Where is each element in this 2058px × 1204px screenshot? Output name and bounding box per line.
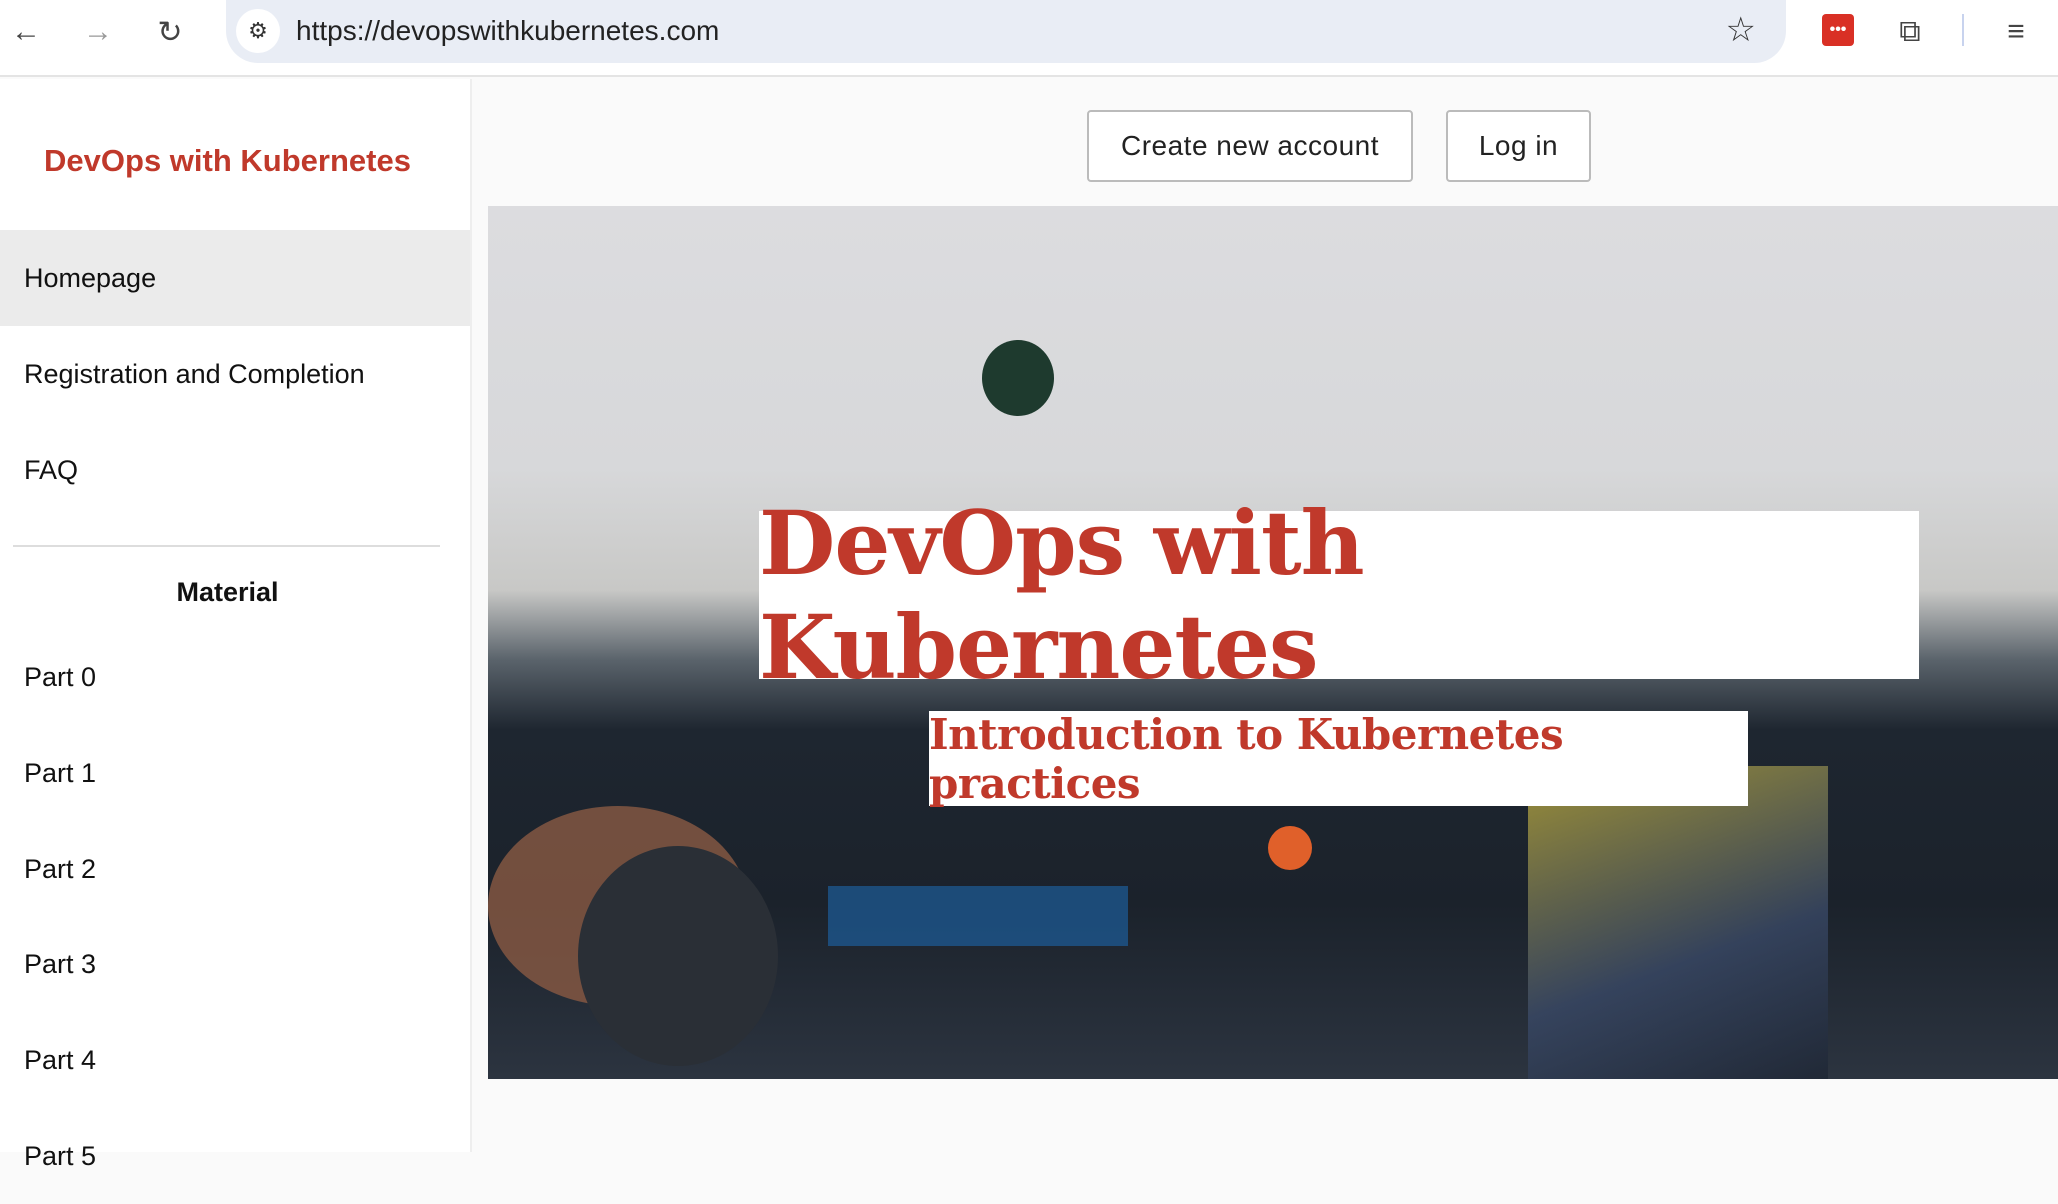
site-settings-icon[interactable]: ⚙ xyxy=(236,9,280,53)
sidebar-item-faq[interactable]: FAQ xyxy=(0,422,470,518)
sidebar-brand[interactable]: DevOps with Kubernetes xyxy=(0,143,455,179)
back-icon[interactable]: ← xyxy=(8,14,44,50)
browser-toolbar: ← → ↻ ⚙ https://devopswithkubernetes.com… xyxy=(0,0,2058,77)
hero-subtitle: Introduction to Kubernetes practices xyxy=(929,709,1564,808)
sidebar-item-part-3[interactable]: Part 3 xyxy=(0,916,470,1012)
hero-instrument-display xyxy=(1528,766,1828,1079)
bookmark-star-icon[interactable]: ☆ xyxy=(1726,10,1756,50)
sidebar-item-part-4[interactable]: Part 4 xyxy=(0,1012,470,1108)
hero-title: DevOps with Kubernetes xyxy=(759,491,1365,699)
url-text[interactable]: https://devopswithkubernetes.com xyxy=(296,15,719,47)
sidebar-item-part-5[interactable]: Part 5 xyxy=(0,1108,470,1204)
toolbar-separator xyxy=(1962,14,1964,46)
address-bar[interactable]: ⚙ https://devopswithkubernetes.com ☆ xyxy=(226,0,1786,63)
sidebar-item-registration[interactable]: Registration and Completion xyxy=(0,326,470,422)
hero-title-box: DevOps with Kubernetes xyxy=(759,491,1919,699)
hero-subtitle-box: Introduction to Kubernetes practices xyxy=(929,709,1748,808)
extensions-puzzle-icon[interactable]: ⧉ xyxy=(1892,14,1928,50)
sidebar-divider xyxy=(13,545,440,547)
forward-icon[interactable]: → xyxy=(80,14,116,50)
reload-icon[interactable]: ↻ xyxy=(152,14,188,50)
hero-panel-light xyxy=(828,886,1128,946)
extension-icon[interactable]: ••• xyxy=(1822,14,1854,46)
login-button[interactable]: Log in xyxy=(1446,110,1591,182)
reading-list-icon[interactable]: ≡ xyxy=(1998,14,2034,50)
sidebar-item-homepage[interactable]: Homepage xyxy=(0,230,470,326)
sidebar-item-part-1[interactable]: Part 1 xyxy=(0,725,470,821)
sidebar-item-part-2[interactable]: Part 2 xyxy=(0,821,470,917)
sidebar-item-part-0[interactable]: Part 0 xyxy=(0,629,470,725)
sidebar: DevOps with Kubernetes Homepage Registra… xyxy=(0,79,472,1171)
create-account-button[interactable]: Create new account xyxy=(1087,110,1413,182)
material-heading: Material xyxy=(176,577,279,607)
